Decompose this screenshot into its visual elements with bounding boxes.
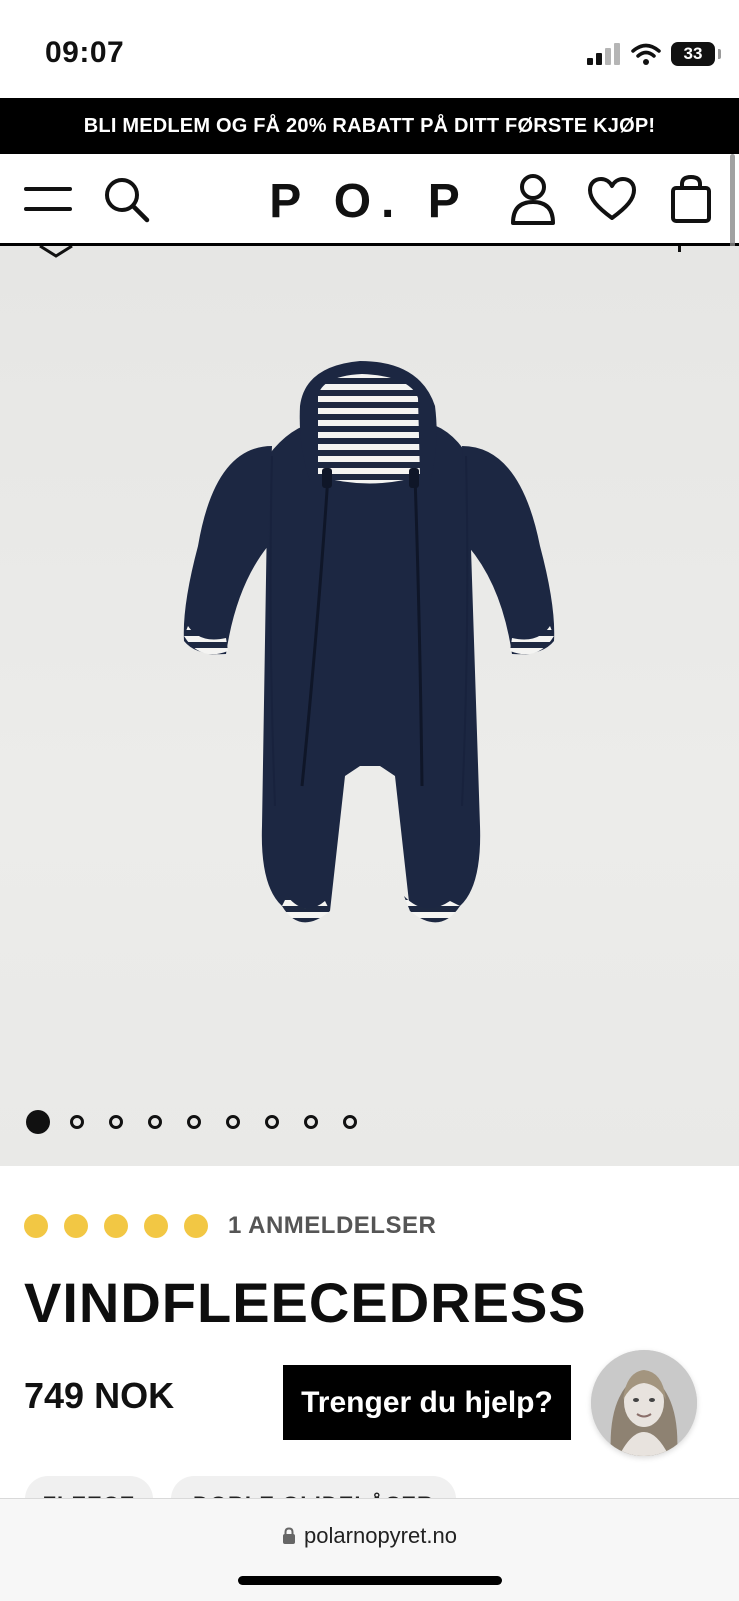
- support-avatar[interactable]: [591, 1350, 697, 1456]
- battery-indicator: 33: [671, 42, 721, 66]
- help-chat-button[interactable]: Trenger du hjelp?: [283, 1365, 571, 1440]
- support-agent-avatar-icon: [591, 1350, 697, 1456]
- product-title: VINDFLEECEDRESS: [24, 1271, 587, 1334]
- gallery-dot-2[interactable]: [70, 1115, 84, 1129]
- product-price: 749 NOK: [24, 1375, 175, 1416]
- gallery-dot-4[interactable]: [148, 1115, 162, 1129]
- url-text: polarnopyret.no: [304, 1523, 457, 1548]
- promo-banner[interactable]: BLI MEDLEM OG FÅ 20% RABATT PÅ DITT FØRS…: [0, 98, 739, 154]
- gallery-dot-5[interactable]: [187, 1115, 201, 1129]
- wishlist-button[interactable]: [584, 171, 640, 227]
- rating-dot-icon: [64, 1214, 88, 1238]
- cart-button[interactable]: [663, 171, 719, 227]
- gallery-pagination: [26, 1110, 382, 1134]
- help-chat-label: Trenger du hjelp?: [301, 1385, 553, 1419]
- reviews-count[interactable]: 1 ANMELDELSER: [228, 1212, 436, 1240]
- cellular-signal-icon: [587, 43, 620, 65]
- user-icon: [511, 174, 555, 225]
- url-field[interactable]: polarnopyret.no: [0, 1523, 739, 1549]
- gallery-dot-1[interactable]: [26, 1110, 50, 1134]
- gallery-dot-8[interactable]: [304, 1115, 318, 1129]
- lock-icon: [283, 1527, 296, 1544]
- status-bar: 09:07 33: [0, 0, 739, 98]
- rating-dot-icon: [24, 1214, 48, 1238]
- site-header: P O. P: [0, 154, 739, 246]
- gallery-dot-7[interactable]: [265, 1115, 279, 1129]
- status-icons: 33: [587, 40, 721, 68]
- rating-dot-icon: [144, 1214, 168, 1238]
- product-image-gallery[interactable]: [0, 246, 739, 1166]
- rating-dot-icon: [184, 1214, 208, 1238]
- wifi-icon: [631, 43, 661, 65]
- browser-address-bar: polarnopyret.no: [0, 1498, 739, 1601]
- status-time: 09:07: [45, 36, 125, 69]
- gallery-dot-3[interactable]: [109, 1115, 123, 1129]
- shopping-bag-icon: [671, 174, 711, 223]
- product-image: [183, 361, 555, 923]
- promo-text: BLI MEDLEM OG FÅ 20% RABATT PÅ DITT FØRS…: [83, 114, 656, 137]
- home-indicator[interactable]: [238, 1576, 502, 1585]
- account-button[interactable]: [505, 171, 561, 227]
- rating-row[interactable]: 1 ANMELDELSER: [24, 1212, 436, 1240]
- heart-icon: [588, 177, 636, 220]
- gallery-dot-9[interactable]: [343, 1115, 357, 1129]
- gallery-dot-6[interactable]: [226, 1115, 240, 1129]
- rating-dot-icon: [104, 1214, 128, 1238]
